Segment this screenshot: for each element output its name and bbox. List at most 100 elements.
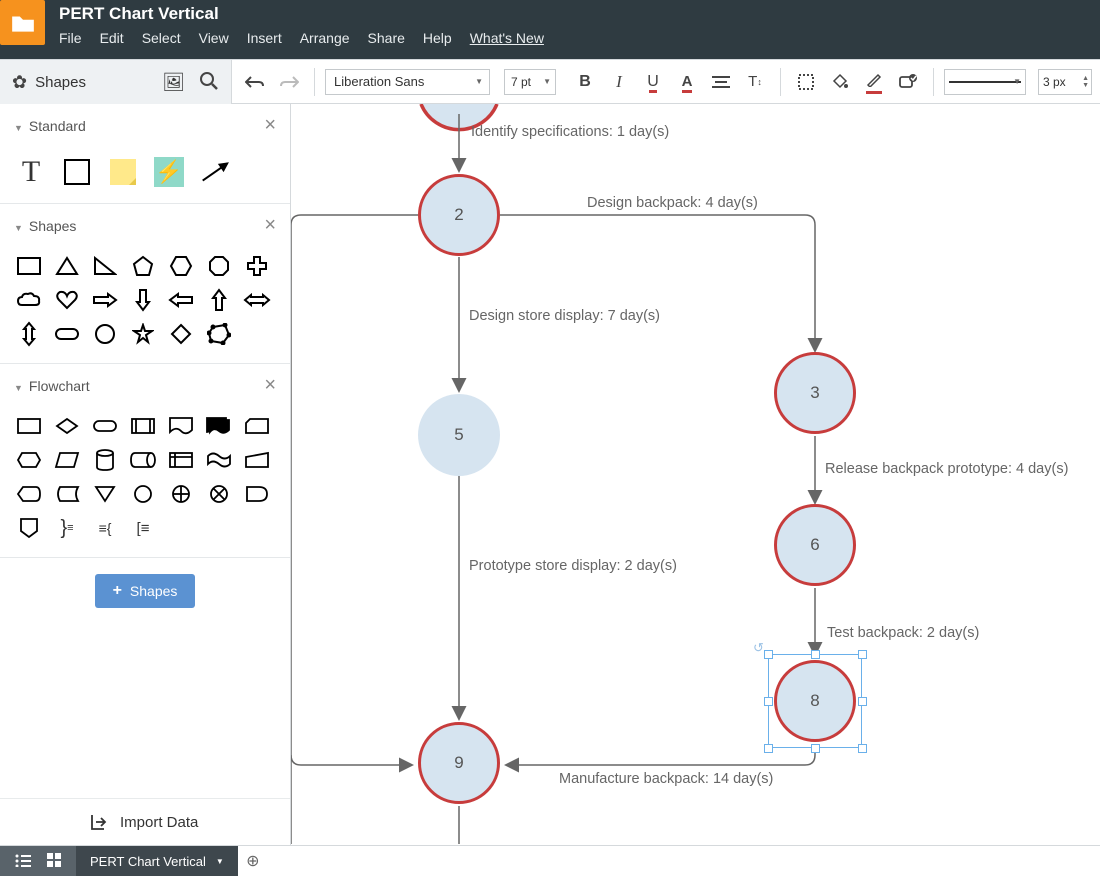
search-icon[interactable]: [199, 71, 219, 94]
section-standard-header[interactable]: ▼Standard ×: [0, 104, 290, 147]
fc-display[interactable]: [12, 479, 46, 509]
fc-stored[interactable]: [50, 479, 84, 509]
fc-offpage[interactable]: [12, 513, 46, 543]
fc-sum[interactable]: [202, 479, 236, 509]
node-9[interactable]: 9: [418, 722, 500, 804]
shape-arrow-left[interactable]: [164, 285, 198, 315]
fc-connector[interactable]: [126, 479, 160, 509]
fc-brace-r[interactable]: }≡: [50, 513, 84, 543]
underline-button[interactable]: U: [638, 67, 668, 97]
shape-cloud[interactable]: [12, 285, 46, 315]
rotate-handle[interactable]: ↺: [753, 640, 764, 656]
shape-arrow-down[interactable]: [126, 285, 160, 315]
fc-prep[interactable]: [12, 445, 46, 475]
gear-icon[interactable]: ✿: [12, 72, 27, 93]
italic-button[interactable]: I: [604, 67, 634, 97]
font-select[interactable]: Liberation Sans: [325, 69, 490, 95]
shape-arrow-up[interactable]: [202, 285, 236, 315]
shape-rect[interactable]: [12, 251, 46, 281]
redo-button[interactable]: [274, 67, 304, 97]
menu-share[interactable]: Share: [368, 30, 405, 46]
menu-help[interactable]: Help: [423, 30, 452, 46]
bold-button[interactable]: B: [570, 67, 600, 97]
fc-or[interactable]: [164, 479, 198, 509]
note-tool[interactable]: [106, 155, 140, 189]
rectangle-tool[interactable]: [60, 155, 94, 189]
fc-direct[interactable]: [126, 445, 160, 475]
shape-arrow-lr[interactable]: [240, 285, 274, 315]
selection-box[interactable]: [768, 654, 862, 748]
shape-outline-button[interactable]: [791, 67, 821, 97]
line-style-select[interactable]: [944, 69, 1026, 95]
menu-insert[interactable]: Insert: [247, 30, 282, 46]
menu-edit[interactable]: Edit: [100, 30, 124, 46]
node-6[interactable]: 6: [774, 504, 856, 586]
outline-view-icon[interactable]: [14, 853, 32, 870]
line-width-select[interactable]: 3 px▲▼: [1038, 69, 1092, 95]
menu-view[interactable]: View: [199, 30, 229, 46]
fill-button[interactable]: [825, 67, 855, 97]
fc-data[interactable]: [50, 445, 84, 475]
shape-polygon[interactable]: [202, 319, 236, 349]
fc-bracket[interactable]: [≡: [126, 513, 160, 543]
text-tool[interactable]: T: [14, 155, 48, 189]
menu-whats-new[interactable]: What's New: [470, 30, 544, 46]
fc-predefined[interactable]: [126, 411, 160, 441]
add-shapes-button[interactable]: + Shapes: [95, 574, 196, 608]
fc-document[interactable]: [164, 411, 198, 441]
menu-select[interactable]: Select: [142, 30, 181, 46]
fc-multidoc[interactable]: [202, 411, 236, 441]
shape-pentagon[interactable]: [126, 251, 160, 281]
section-flowchart-header[interactable]: ▼Flowchart ×: [0, 364, 290, 407]
canvas[interactable]: 2 3 5 6 8 9 ↺ Identify specifications: 1…: [291, 104, 1100, 845]
close-icon[interactable]: ×: [264, 214, 276, 237]
close-icon[interactable]: ×: [264, 114, 276, 137]
close-icon[interactable]: ×: [264, 374, 276, 397]
bolt-tool[interactable]: ⚡: [152, 155, 186, 189]
shape-octagon[interactable]: [202, 251, 236, 281]
image-icon[interactable]: 🖼: [162, 72, 185, 93]
menu-arrange[interactable]: Arrange: [300, 30, 350, 46]
add-page-button[interactable]: ⊕: [238, 851, 268, 871]
align-button[interactable]: [706, 67, 736, 97]
fc-merge[interactable]: [88, 479, 122, 509]
shape-capsule[interactable]: [50, 319, 84, 349]
fc-database[interactable]: [88, 445, 122, 475]
node-5[interactable]: 5: [418, 394, 500, 476]
shape-triangle[interactable]: [50, 251, 84, 281]
fc-terminator[interactable]: [88, 411, 122, 441]
fc-manual-input[interactable]: [240, 445, 274, 475]
app-logo[interactable]: [0, 0, 45, 45]
shape-cross[interactable]: [240, 251, 274, 281]
document-title[interactable]: PERT Chart Vertical: [59, 4, 544, 24]
fc-process[interactable]: [12, 411, 46, 441]
border-color-button[interactable]: [859, 67, 889, 97]
fc-tape[interactable]: [202, 445, 236, 475]
fc-decision[interactable]: [50, 411, 84, 441]
font-size-select[interactable]: 7 pt: [504, 69, 556, 95]
grid-view-icon[interactable]: [46, 852, 62, 871]
fc-internal[interactable]: [164, 445, 198, 475]
shape-heart[interactable]: [50, 285, 84, 315]
shape-right-triangle[interactable]: [88, 251, 122, 281]
shape-arrow-ud[interactable]: [12, 319, 46, 349]
line-tool[interactable]: [198, 155, 232, 189]
font-color-button[interactable]: A: [672, 67, 702, 97]
shape-diamond[interactable]: [164, 319, 198, 349]
shape-style-button[interactable]: [893, 67, 923, 97]
node-2[interactable]: 2: [418, 174, 500, 256]
shape-star[interactable]: [126, 319, 160, 349]
shape-hexagon[interactable]: [164, 251, 198, 281]
fc-delay[interactable]: [240, 479, 274, 509]
fc-card[interactable]: [240, 411, 274, 441]
menu-file[interactable]: File: [59, 30, 82, 46]
undo-button[interactable]: [240, 67, 270, 97]
import-data-button[interactable]: Import Data: [0, 798, 290, 845]
shape-circle[interactable]: [88, 319, 122, 349]
node-3[interactable]: 3: [774, 352, 856, 434]
page-tab[interactable]: PERT Chart Vertical: [76, 846, 238, 876]
shape-arrow-right[interactable]: [88, 285, 122, 315]
section-shapes-header[interactable]: ▼Shapes ×: [0, 204, 290, 247]
fc-note-eq[interactable]: ≡{: [88, 513, 122, 543]
text-spacing-button[interactable]: T↕: [740, 67, 770, 97]
